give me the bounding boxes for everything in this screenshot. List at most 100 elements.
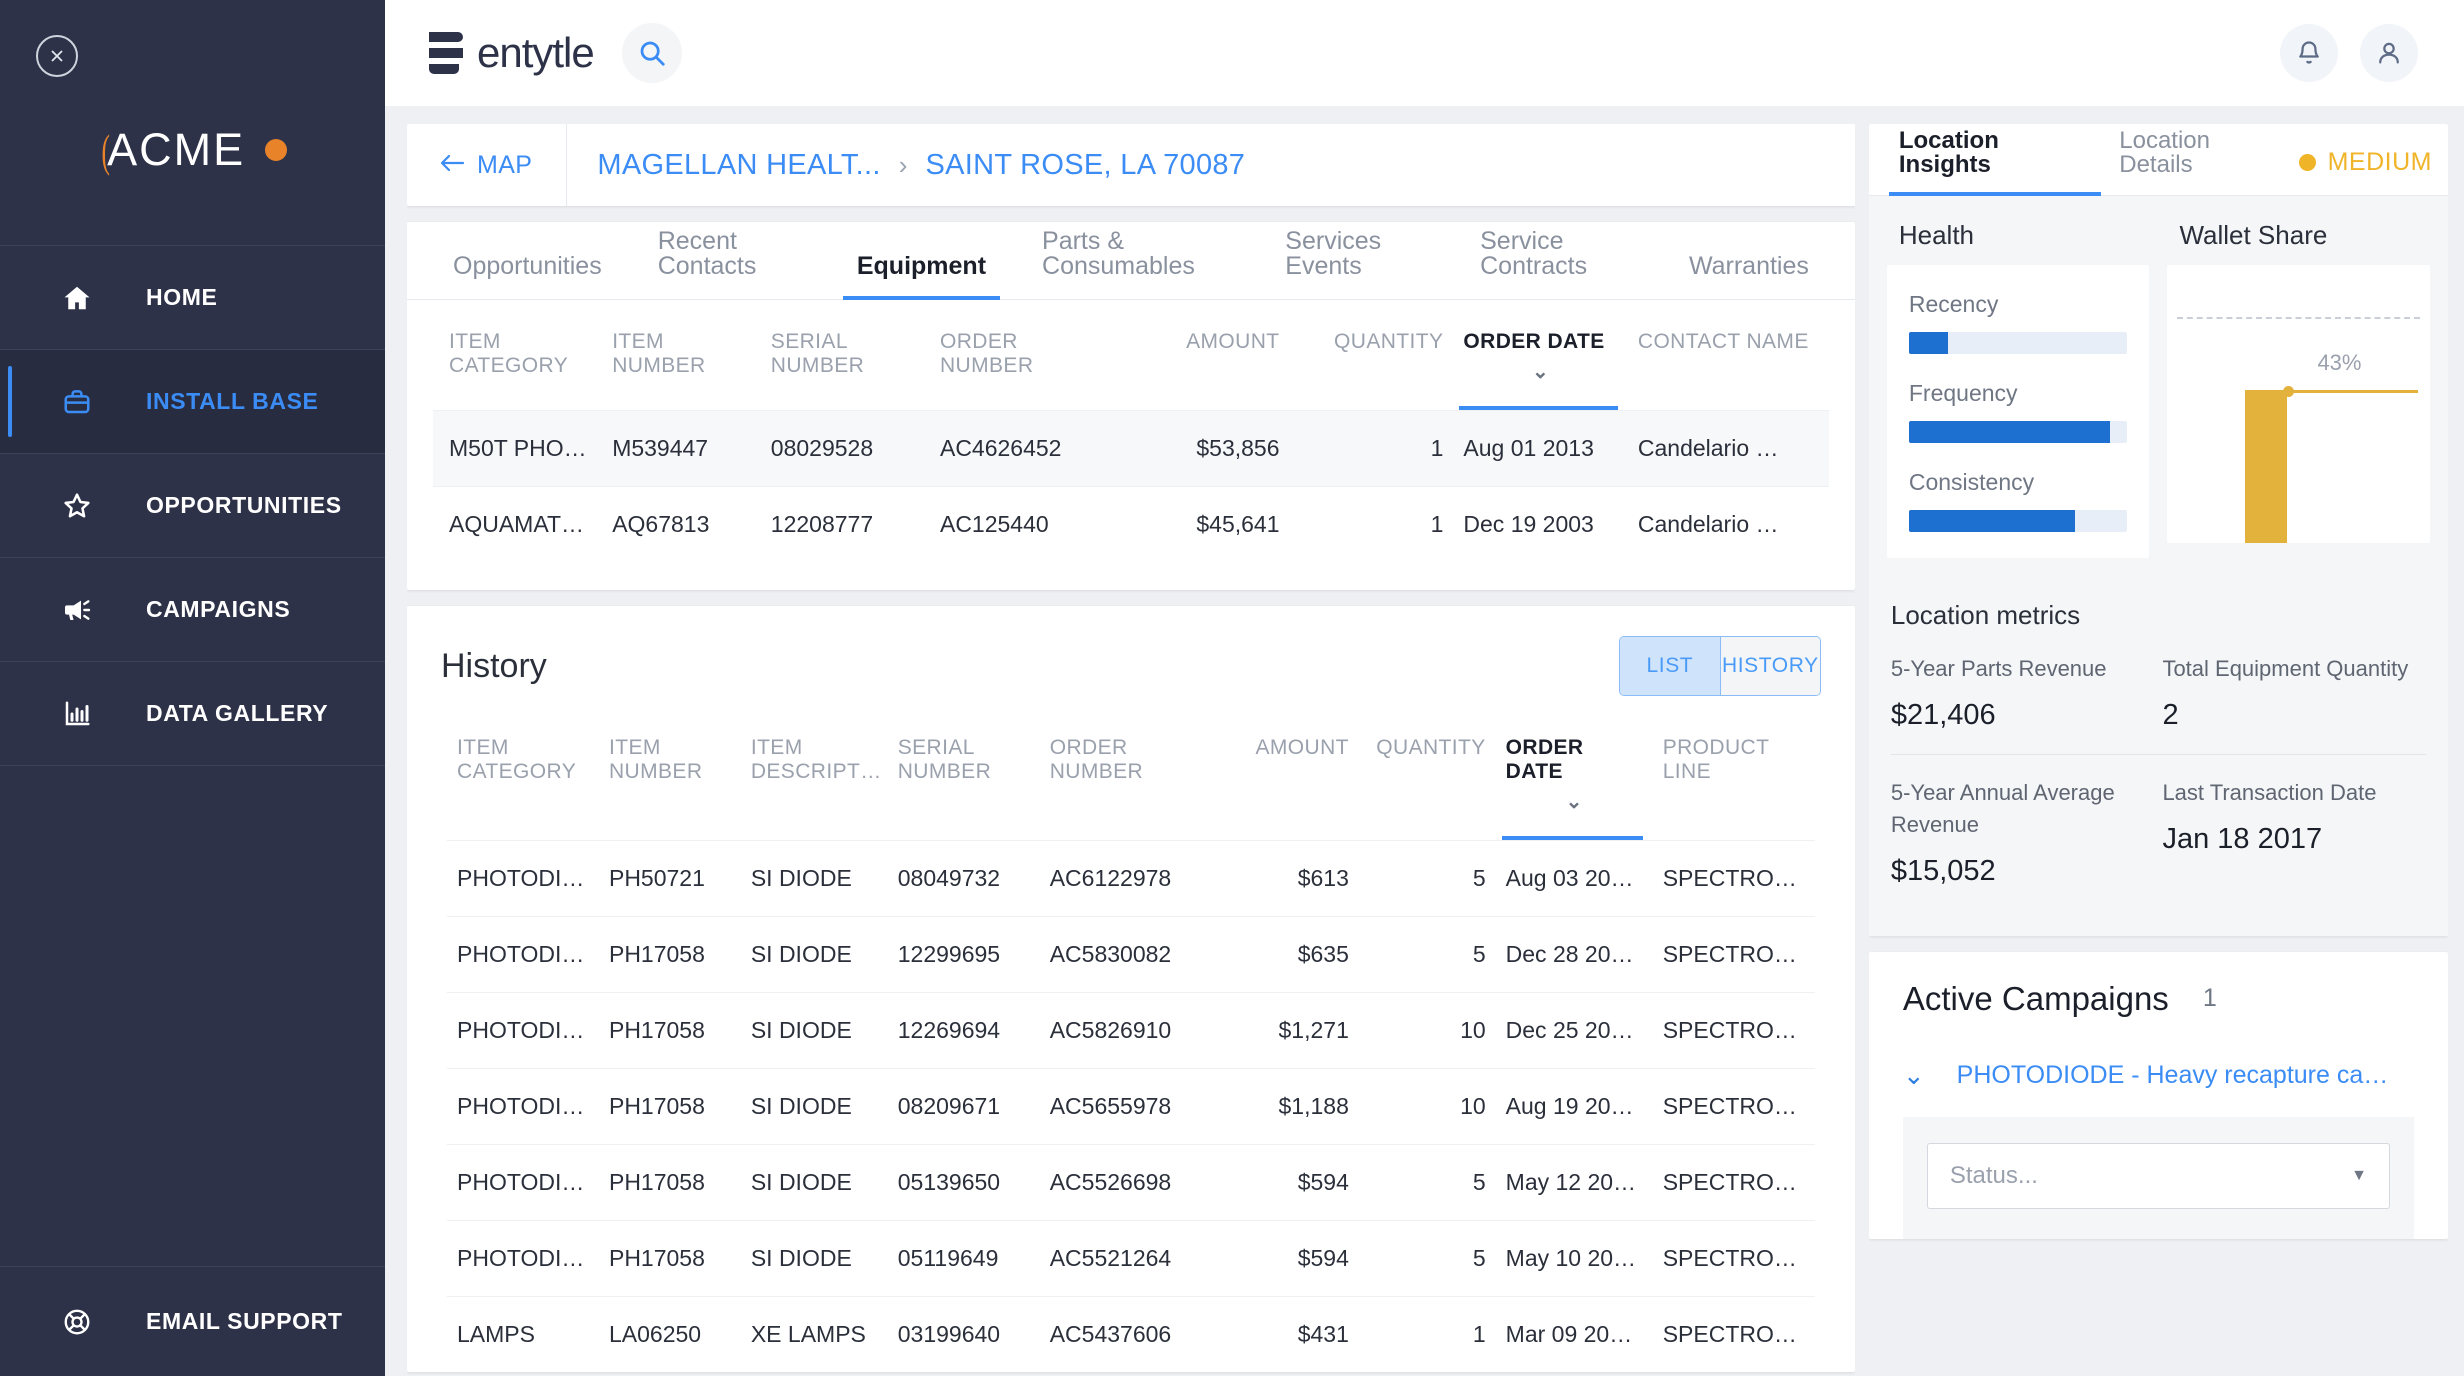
metric-value: $15,052 (1890, 854, 1996, 887)
column-header-item-category[interactable]: ITEM CATEGORY (447, 706, 599, 841)
cell-item-number: PH17058 (598, 992, 741, 1069)
metric-last-transaction-date: Last Transaction Date Jan 18 2017 (2158, 773, 2430, 910)
column-header-item-description[interactable]: ITEM DESCRIPT… (741, 706, 888, 841)
breadcrumb-account[interactable]: MAGELLAN HEALT... (597, 149, 880, 182)
cell-serial-number: 05139650 (887, 1144, 1040, 1221)
sidebar-item-home[interactable]: HOME (0, 246, 385, 350)
chevron-down-icon[interactable]: ⌄ (1903, 1060, 1925, 1091)
sidebar-item-opportunities[interactable]: OPPORTUNITIES (0, 454, 385, 558)
column-header-quantity[interactable]: QUANTITY (1290, 300, 1454, 411)
arrow-left-icon (439, 151, 465, 180)
cell-item-category: PHOTODI… (447, 1220, 599, 1297)
sidebar-item-label: CAMPAIGNS (146, 596, 291, 622)
table-row[interactable]: LAMPS LA06250 XE LAMPS 03199640 AC543760… (447, 1296, 1815, 1372)
metric-value: Jan 18 2017 (2162, 822, 2323, 855)
table-row[interactable]: PHOTODI… PH17058 SI DIODE 08209671 AC565… (447, 1068, 1815, 1145)
metric-annual-average-revenue: 5-Year Annual Average Revenue $15,052 (1887, 773, 2159, 910)
cell-serial-number: 08029528 (760, 410, 930, 487)
table-row[interactable]: AQUAMATE … AQ67813 12208777 AC125440 $45… (433, 486, 1829, 562)
wallet-share-bar (2245, 390, 2288, 543)
metric-total-equipment-quantity: Total Equipment Quantity 2 (2158, 649, 2430, 754)
sidebar-item-email-support[interactable]: EMAIL SUPPORT (0, 1266, 385, 1376)
table-row[interactable]: PHOTODI… PH50721 SI DIODE 08049732 AC612… (447, 840, 1815, 917)
breadcrumb-bar: MAP MAGELLAN HEALT... › SAINT ROSE, LA 7… (407, 124, 1855, 206)
cell-contact-name: Candelario … (1627, 410, 1829, 487)
campaign-item[interactable]: ⌄ PHOTODIODE - Heavy recapture ca… (1903, 1060, 2414, 1091)
column-header-amount[interactable]: AMOUNT (1104, 300, 1289, 411)
location-insights-card: Location Insights Location Details MEDIU… (1868, 124, 2448, 936)
status-badge: MEDIUM (2298, 148, 2432, 195)
cell-amount: $613 (1206, 840, 1359, 917)
sidebar-item-label: DATA GALLERY (146, 700, 329, 726)
entytle-logo[interactable]: entytle (429, 29, 595, 77)
tab-services-events[interactable]: Services Events (1257, 229, 1452, 299)
column-header-item-category[interactable]: ITEM CATEGORY (433, 300, 602, 411)
breadcrumb-location[interactable]: SAINT ROSE, LA 70087 (925, 149, 1245, 182)
column-header-amount[interactable]: AMOUNT (1207, 706, 1359, 841)
sidebar: ( ACME HOME INSTALL BASE OPPORTUNITIES C… (0, 0, 385, 1376)
column-header-order-number[interactable]: ORDER NUMBER (930, 300, 1104, 411)
status-select[interactable]: Status... ▼ (1926, 1142, 2390, 1209)
table-row[interactable]: M50T PHOT… M539447 08029528 AC4626452 $5… (433, 410, 1829, 487)
tab-recent-contacts[interactable]: Recent Contacts (630, 229, 829, 299)
toggle-list-button[interactable]: LIST (1619, 637, 1720, 695)
equipment-table: ITEM CATEGORY ITEM NUMBER SERIAL NUMBER … (433, 300, 1829, 562)
search-icon[interactable] (621, 23, 682, 83)
sidebar-item-campaigns[interactable]: CAMPAIGNS (0, 558, 385, 662)
history-card: History LIST HISTORY ITEM CATEGORY ITEM … (407, 606, 1855, 1372)
cell-item-category: PHOTODI… (447, 916, 599, 993)
tab-parts-consumables[interactable]: Parts & Consumables (1014, 229, 1257, 299)
sidebar-item-data-gallery[interactable]: DATA GALLERY (0, 662, 385, 766)
metric-label: Last Transaction Date (2162, 779, 2377, 805)
table-row[interactable]: PHOTODI… PH17058 SI DIODE 12269694 AC582… (447, 992, 1815, 1069)
wallet-share-knob (2283, 386, 2295, 397)
table-row[interactable]: PHOTODI… PH17058 SI DIODE 12299695 AC583… (447, 916, 1815, 993)
column-header-serial-number[interactable]: SERIAL NUMBER (888, 706, 1040, 841)
column-header-product-line[interactable]: PRODUCT LINE (1653, 706, 1815, 841)
cell-quantity: 5 (1358, 1220, 1496, 1297)
tab-service-contracts[interactable]: Service Contracts (1452, 229, 1661, 299)
active-campaigns-count: 1 (2202, 984, 2217, 1013)
column-header-item-number[interactable]: ITEM NUMBER (599, 706, 741, 841)
cell-serial-number: 05119649 (887, 1220, 1040, 1297)
tab-equipment[interactable]: Equipment (829, 254, 1014, 300)
cell-quantity: 1 (1289, 410, 1454, 487)
cell-order-number: AC5521264 (1039, 1220, 1207, 1297)
cell-order-date: May 10 20… (1495, 1220, 1653, 1297)
column-header-contact-name[interactable]: CONTACT NAME (1628, 300, 1829, 411)
campaign-name-link[interactable]: PHOTODIODE - Heavy recapture ca… (1957, 1061, 2389, 1090)
column-header-order-date[interactable]: ORDER DATE ⌄ (1453, 300, 1627, 411)
cell-item-description: SI DIODE (740, 1220, 888, 1297)
cell-item-number: PH17058 (598, 1068, 741, 1145)
column-header-quantity[interactable]: QUANTITY (1359, 706, 1496, 841)
bell-icon[interactable] (2280, 24, 2338, 82)
table-row[interactable]: PHOTODI… PH17058 SI DIODE 05119649 AC552… (447, 1220, 1815, 1297)
toggle-history-button[interactable]: HISTORY (1719, 637, 1820, 695)
column-header-order-date[interactable]: ORDER DATE ⌄ (1496, 706, 1653, 841)
tab-location-details[interactable]: Location Details (2105, 129, 2298, 195)
top-bar: entytle (385, 0, 2464, 106)
back-to-map-link[interactable]: MAP (407, 124, 568, 206)
left-column: MAP MAGELLAN HEALT... › SAINT ROSE, LA 7… (407, 124, 1855, 1376)
cell-product-line: SPECTRO… (1652, 1144, 1815, 1221)
bar-label-frequency: Frequency (1908, 380, 2018, 406)
content-region: MAP MAGELLAN HEALT... › SAINT ROSE, LA 7… (385, 106, 2464, 1376)
user-icon[interactable] (2360, 24, 2418, 82)
acme-logo-dot (265, 139, 288, 161)
column-header-order-number[interactable]: ORDER NUMBER (1040, 706, 1207, 841)
tab-opportunities[interactable]: Opportunities (425, 254, 630, 299)
table-row[interactable]: PHOTODI… PH17058 SI DIODE 05139650 AC552… (447, 1144, 1815, 1221)
column-header-item-number[interactable]: ITEM NUMBER (602, 300, 761, 411)
app-root: ( ACME HOME INSTALL BASE OPPORTUNITIES C… (0, 0, 2464, 1376)
acme-logo-mark: ( (101, 124, 110, 176)
column-header-serial-number[interactable]: SERIAL NUMBER (761, 300, 930, 411)
close-circle-icon[interactable] (36, 35, 78, 77)
cell-order-number: AC5830082 (1039, 916, 1207, 993)
lifebuoy-icon (56, 1307, 98, 1337)
tab-warranties[interactable]: Warranties (1661, 254, 1837, 299)
tab-location-insights[interactable]: Location Insights (1885, 129, 2105, 196)
cell-serial-number: 12208777 (760, 486, 930, 562)
wallet-share-indicator-line (2287, 390, 2419, 393)
sidebar-item-install-base[interactable]: INSTALL BASE (0, 350, 385, 454)
cell-order-number: AC5526698 (1039, 1144, 1207, 1221)
